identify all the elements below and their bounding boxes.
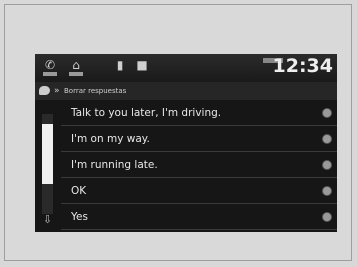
delete-option-icon[interactable] bbox=[323, 109, 331, 117]
scrollbar-thumb[interactable] bbox=[42, 124, 53, 184]
media-icon[interactable]: ▮ bbox=[113, 58, 127, 72]
list-item-label: Yes bbox=[71, 211, 88, 223]
list-item-label: I'm on my way. bbox=[71, 133, 150, 145]
clock: 12:34 bbox=[272, 55, 333, 77]
list-item[interactable]: I'm running late. bbox=[61, 152, 337, 178]
status-bar: ✆ ⌂ ▮ ■ 12:34 bbox=[35, 54, 337, 82]
scroll-down-icon[interactable]: ⇩ bbox=[41, 212, 54, 228]
home-icon-caption bbox=[69, 72, 83, 76]
list-header: » Borrar respuestas bbox=[35, 82, 337, 100]
quick-reply-list: Talk to you later, I'm driving. I'm on m… bbox=[61, 100, 337, 230]
delete-option-icon[interactable] bbox=[323, 213, 331, 221]
list-item[interactable]: Talk to you later, I'm driving. bbox=[61, 100, 337, 126]
message-bubble-icon bbox=[39, 86, 50, 95]
home-icon[interactable]: ⌂ bbox=[69, 58, 83, 72]
list-item-label: I'm running late. bbox=[71, 159, 158, 171]
page-title: Borrar respuestas bbox=[64, 87, 127, 95]
list-item[interactable]: OK bbox=[61, 178, 337, 204]
infotainment-screen: ✆ ⌂ ▮ ■ 12:34 » Borrar respuestas ⇩ Talk… bbox=[35, 54, 337, 232]
phone-icon-caption bbox=[43, 72, 57, 76]
info-icon[interactable]: ■ bbox=[135, 58, 149, 72]
list-item[interactable]: I'm on my way. bbox=[61, 126, 337, 152]
manual-frame: ✆ ⌂ ▮ ■ 12:34 » Borrar respuestas ⇩ Talk… bbox=[4, 4, 352, 261]
delete-option-icon[interactable] bbox=[323, 161, 331, 169]
list-item-label: Talk to you later, I'm driving. bbox=[71, 107, 222, 119]
breadcrumb-arrow: » bbox=[54, 86, 60, 96]
list-item-label: OK bbox=[71, 185, 87, 197]
delete-option-icon[interactable] bbox=[323, 135, 331, 143]
delete-option-icon[interactable] bbox=[323, 187, 331, 195]
list-item[interactable]: Yes bbox=[61, 204, 337, 230]
phone-icon[interactable]: ✆ bbox=[43, 58, 57, 72]
